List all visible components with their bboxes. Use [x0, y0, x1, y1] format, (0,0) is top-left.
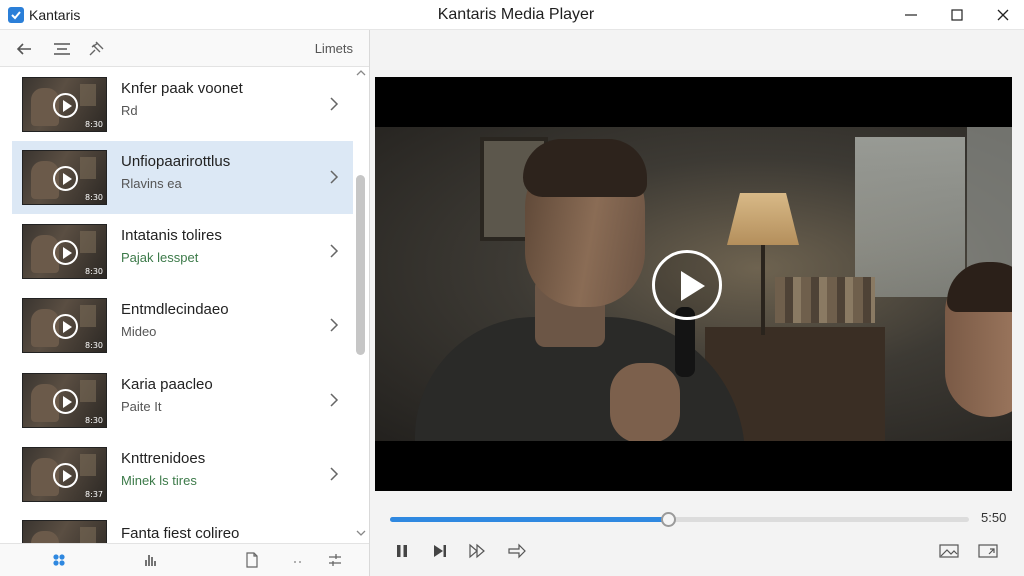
- duration-label: 8:30: [85, 193, 103, 202]
- sidebar-bottom-bar: [0, 543, 369, 576]
- settings-sliders-button[interactable]: [326, 551, 344, 569]
- next-icon: [434, 545, 446, 557]
- big-play-icon[interactable]: [652, 250, 722, 320]
- sidebar-toolbar: Limets: [0, 30, 369, 67]
- item-subtitle: Minek ls tires: [121, 473, 197, 488]
- playlist-sidebar: Limets 8:30 Knfer paak voonet Rd 8:30 Un…: [0, 30, 370, 576]
- play-icon: [53, 389, 78, 414]
- minimize-button[interactable]: [888, 0, 934, 30]
- video-surface[interactable]: [375, 77, 1012, 491]
- duration-label: 8:30: [85, 341, 103, 350]
- item-title: Unfiopaarirottlus: [121, 153, 231, 170]
- item-title: Entmdlecindaeo: [121, 301, 229, 318]
- scroll-up-icon[interactable]: [356, 69, 366, 77]
- window-title: Kantaris Media Player: [437, 6, 595, 23]
- scroll-down-icon[interactable]: [356, 529, 366, 537]
- video-thumbnail: 8:30: [22, 150, 107, 205]
- list-item[interactable]: Fanta fiest colireo: [12, 511, 353, 543]
- chevron-right-icon: [330, 393, 339, 407]
- duration-label: 8:30: [85, 267, 103, 276]
- video-thumbnail: 8:30: [22, 224, 107, 279]
- grid-button[interactable]: [50, 551, 68, 569]
- item-title: Karia paacleo: [121, 376, 213, 393]
- chevron-right-icon: [330, 97, 339, 111]
- screenshot-button[interactable]: [938, 540, 960, 562]
- item-subtitle: Rd: [121, 103, 138, 118]
- document-button[interactable]: [243, 551, 261, 569]
- cast-icon: [978, 544, 998, 558]
- minimize-icon: [905, 14, 917, 16]
- arrow-left-icon: [16, 43, 31, 55]
- list-item[interactable]: 8:30 Knfer paak voonet Rd: [12, 68, 353, 141]
- pin-icon: [89, 41, 104, 56]
- player-area: 5:50: [371, 30, 1024, 576]
- equalizer-icon: [145, 555, 156, 566]
- video-thumbnail: [22, 520, 107, 543]
- duration-label: 8:30: [85, 120, 103, 129]
- item-title: Fanta fiest colireo: [121, 525, 240, 542]
- sliders-icon: [329, 554, 341, 566]
- item-subtitle: Pajak lesspet: [121, 250, 199, 265]
- pause-icon: [397, 545, 407, 557]
- forward-button[interactable]: [506, 540, 528, 562]
- fast-forward-icon: [469, 543, 485, 559]
- item-subtitle: Paite It: [121, 399, 162, 414]
- duration-label: 8:30: [85, 416, 103, 425]
- next-button[interactable]: [429, 540, 451, 562]
- list-item[interactable]: 8:37 Knttrenidoes Minek ls tires: [12, 438, 353, 511]
- time-label: 5:50: [981, 510, 1007, 525]
- cast-button[interactable]: [977, 540, 999, 562]
- chevron-right-icon: [330, 170, 339, 184]
- grid-icon: [53, 554, 65, 566]
- fast-forward-button[interactable]: [467, 540, 489, 562]
- video-thumbnail: 8:30: [22, 77, 107, 132]
- list-item[interactable]: 8:30 Unfiopaarirottlus Rlavins ea: [12, 141, 353, 214]
- close-button[interactable]: [980, 0, 1024, 30]
- video-thumbnail: 8:30: [22, 373, 107, 428]
- pause-button[interactable]: [391, 540, 413, 562]
- scroll-thumb[interactable]: [356, 175, 365, 355]
- chevron-right-icon: [330, 467, 339, 481]
- play-icon: [53, 314, 78, 339]
- chevron-right-icon: [330, 318, 339, 332]
- play-icon: [53, 166, 78, 191]
- play-icon: [53, 93, 78, 118]
- back-button[interactable]: [14, 39, 34, 59]
- list-item[interactable]: 8:30 Intatanis tolires Pajak lesspet: [12, 215, 353, 288]
- screenshot-icon: [939, 544, 959, 558]
- item-subtitle: Mideo: [121, 324, 157, 339]
- forward-arrow-icon: [508, 543, 526, 559]
- list-item[interactable]: 8:30 Karia paacleo Paite It: [12, 364, 353, 437]
- equalizer-button[interactable]: [142, 551, 160, 569]
- playlist: 8:30 Knfer paak voonet Rd 8:30 Unfiopaar…: [0, 67, 355, 543]
- play-icon: [53, 463, 78, 488]
- pin-button[interactable]: [86, 39, 106, 59]
- video-thumbnail: 8:30: [22, 298, 107, 353]
- list-menu-icon: [54, 43, 70, 55]
- more-button[interactable]: [289, 551, 307, 569]
- app-window: Kantaris Kantaris Media Player Limets 8:…: [0, 0, 1024, 576]
- video-thumbnail: 8:37: [22, 447, 107, 502]
- sidebar-label[interactable]: Limets: [315, 41, 353, 56]
- maximize-button[interactable]: [934, 0, 980, 30]
- item-subtitle: Rlavins ea: [121, 176, 182, 191]
- dots-icon: [294, 561, 301, 563]
- title-bar: Kantaris Kantaris Media Player: [0, 0, 1024, 30]
- play-icon: [53, 240, 78, 265]
- seek-bar[interactable]: [390, 512, 969, 527]
- list-menu-button[interactable]: [52, 39, 72, 59]
- list-item[interactable]: 8:30 Entmdlecindaeo Mideo: [12, 289, 353, 362]
- document-icon: [246, 552, 258, 568]
- item-title: Knfer paak voonet: [121, 80, 243, 97]
- chevron-right-icon: [330, 244, 339, 258]
- scrollbar[interactable]: [354, 67, 368, 543]
- item-title: Intatanis tolires: [121, 227, 222, 244]
- maximize-icon: [951, 9, 963, 21]
- seek-handle[interactable]: [660, 512, 676, 527]
- duration-label: 8:37: [85, 490, 103, 499]
- item-title: Knttrenidoes: [121, 450, 206, 467]
- seek-progress: [390, 517, 668, 522]
- close-icon: [997, 9, 1009, 21]
